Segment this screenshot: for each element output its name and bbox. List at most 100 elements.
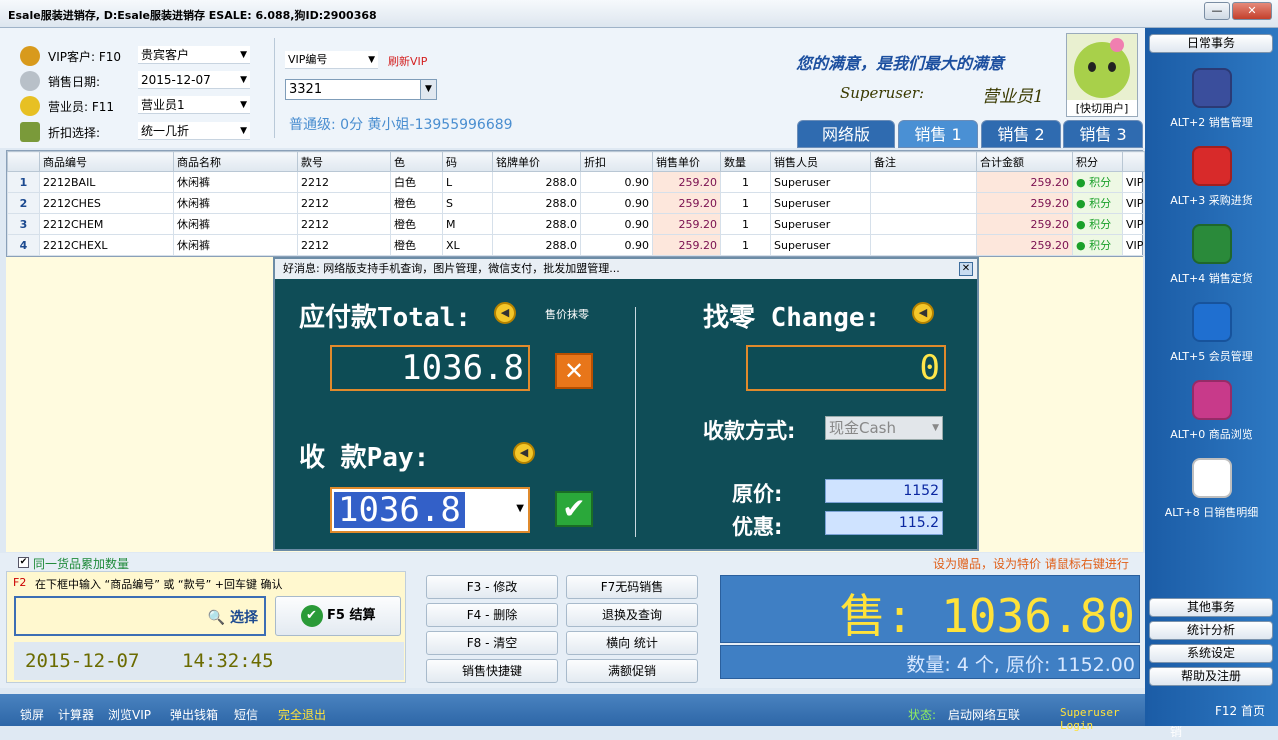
table-cell: 1 — [720, 171, 771, 193]
chevron-down-icon[interactable]: ▼ — [516, 503, 524, 514]
exit-link[interactable]: 完全退出 — [278, 706, 326, 723]
no-code-sale-button[interactable]: F7无码销售 — [566, 575, 698, 599]
home-link[interactable]: F12 首页 — [1215, 702, 1265, 719]
login-link[interactable]: Superuser Login — [1060, 706, 1145, 732]
current-time: 14:32:45 — [182, 650, 274, 672]
help-button[interactable]: 帮助及注册 — [1149, 667, 1273, 686]
table-row[interactable]: 4 2212CHEXL 休闲裤 2212 橙色 XL 288.0 0.90 259.20 1 Sup… — [7, 234, 1145, 256]
banana-icon — [20, 96, 40, 116]
sale-date-select[interactable]: 2015-12-07 ▼ — [138, 71, 250, 89]
confirm-check-icon[interactable]: ✔ — [555, 491, 593, 527]
tab-sale-1[interactable]: 销售 1 — [898, 120, 978, 148]
column-header[interactable]: 商品名称 — [173, 151, 298, 172]
table-row[interactable]: 2 2212CHES 休闲裤 2212 橙色 S 288.0 0.90 259.20 1 Super… — [7, 192, 1145, 214]
vip-customer-select[interactable]: 贵宾客户 ▼ — [138, 46, 250, 64]
tab-sale-3[interactable]: 销售 3 — [1063, 120, 1143, 148]
column-header[interactable]: 销售人员 — [770, 151, 871, 172]
table-cell: ● 积分 — [1072, 213, 1123, 235]
sale-summary: 数量: 4 个, 原价: 1152.00 — [906, 654, 1135, 676]
column-header[interactable]: 商品编号 — [39, 151, 174, 172]
column-header[interactable]: 折扣 — [580, 151, 653, 172]
points-dot-icon: ● — [1076, 176, 1086, 189]
refresh-vip-link[interactable]: 刷新VIP — [388, 53, 427, 69]
column-header[interactable]: 铭牌单价 — [492, 151, 581, 172]
table-row[interactable]: 1 2212BAIL 休闲裤 2212 白色 L 288.0 0.90 259.20 1 Super… — [7, 171, 1145, 193]
speaker-icon[interactable]: ◀ — [912, 302, 934, 324]
column-header[interactable]: 数量 — [720, 151, 771, 172]
tab-network[interactable]: 网络版 — [797, 120, 895, 148]
tab-sale-2[interactable]: 销售 2 — [981, 120, 1061, 148]
table-cell: VIP — [1122, 171, 1145, 193]
clerk-select[interactable]: 营业员1 ▼ — [138, 96, 250, 114]
other-tasks-button[interactable]: 其他事务 — [1149, 598, 1273, 617]
stats-button[interactable]: 统计分析 — [1149, 621, 1273, 640]
daily-tasks-button[interactable]: 日常事务 — [1149, 34, 1273, 53]
vip-number-select[interactable]: VIP编号 ▼ — [285, 51, 378, 69]
product-code-input[interactable]: 🔍 选择 — [14, 596, 266, 636]
full-promo-button[interactable]: 满额促销 — [566, 659, 698, 683]
accumulate-label: 同一货品累加数量 — [33, 557, 130, 571]
balls-icon — [1191, 380, 1232, 420]
avatar-caption[interactable]: [快切用户] — [1067, 100, 1137, 116]
lock-screen-link[interactable]: 锁屏 — [20, 706, 44, 723]
table-cell: 2212CHEXL — [39, 234, 174, 256]
speaker-icon[interactable]: ◀ — [494, 302, 516, 324]
window-title: Esale服装进销存, D:Esale服装进销存 ESALE: 6.088,狗I… — [8, 9, 377, 22]
chevron-down-icon[interactable]: ▼ — [932, 417, 939, 439]
sidebar-item[interactable]: ALT+8 日销售明细 — [1145, 458, 1278, 520]
accumulate-checkbox[interactable]: ✔ — [18, 557, 29, 568]
speaker-icon[interactable]: ◀ — [513, 442, 535, 464]
sms-link[interactable]: 短信 — [234, 706, 258, 723]
settle-button[interactable]: ✔ F5 结算 — [275, 596, 401, 636]
change-label: 找零 Change: — [703, 303, 881, 333]
table-cell: ● 积分 — [1072, 192, 1123, 214]
calculator-link[interactable]: 计算器 — [58, 706, 94, 723]
column-header[interactable]: 销售单价 — [652, 151, 721, 172]
sale-shortcuts-button[interactable]: 销售快捷键 — [426, 659, 558, 683]
bottom-panel: ✔ 同一货品累加数量 设为赠品，设为特价 请鼠标右键进行 F2 在下框中输入 “… — [0, 553, 1145, 688]
table-cell: 259.20 — [976, 192, 1073, 214]
pay-amount-input[interactable]: 1036.8 ▼ — [330, 487, 530, 533]
sidebar-item-label: ALT+8 日销售明细 — [1164, 506, 1259, 519]
avatar[interactable]: [快切用户] — [1066, 33, 1138, 117]
points-dot-icon: ● — [1076, 197, 1086, 210]
table-cell: 259.20 — [976, 234, 1073, 256]
column-header[interactable]: 积分 — [1072, 151, 1123, 172]
column-header[interactable]: 码 — [442, 151, 493, 172]
return-query-button[interactable]: 退换及查询 — [566, 603, 698, 627]
clear-button[interactable]: F8 - 清空 — [426, 631, 558, 655]
modify-button[interactable]: F3 - 修改 — [426, 575, 558, 599]
cash-drawer-link[interactable]: 弹出钱箱 — [170, 706, 218, 723]
sales-table[interactable]: 商品编号 商品名称 款号色码铭牌单价 折扣 销售单价 数量 销售人员 备注 合计金额 积分 1 22… — [6, 150, 1145, 257]
column-header[interactable] — [1122, 151, 1145, 172]
column-header[interactable]: 合计金额 — [976, 151, 1073, 172]
horizontal-stats-button[interactable]: 横向 统计 — [566, 631, 698, 655]
sidebar-item[interactable]: ALT+3 采购进货 — [1145, 146, 1278, 208]
column-header[interactable]: 备注 — [870, 151, 977, 172]
sidebar-item[interactable]: ALT+0 商品浏览 — [1145, 380, 1278, 442]
column-header[interactable] — [7, 151, 40, 172]
dialog-close-icon[interactable]: ✕ — [959, 262, 973, 276]
column-header[interactable]: 色 — [390, 151, 443, 172]
table-cell: VIP — [1122, 192, 1145, 214]
column-header[interactable]: 款号 — [297, 151, 391, 172]
close-button[interactable]: ✕ — [1232, 2, 1272, 20]
clear-icon[interactable]: ✕ — [555, 353, 593, 389]
table-cell: Superuser — [770, 234, 871, 256]
sidebar-item[interactable]: ALT+2 销售管理 — [1145, 68, 1278, 130]
minimize-button[interactable]: — — [1204, 2, 1230, 20]
round-off-link[interactable]: 售价抹零 — [545, 306, 589, 322]
table-cell: 1 — [7, 171, 40, 193]
table-header: 商品编号 商品名称 款号色码铭牌单价 折扣 销售单价 数量 销售人员 备注 合计金额 积分 — [7, 151, 1145, 172]
vip-number-input[interactable]: 3321 ▼ — [285, 79, 437, 100]
system-settings-button[interactable]: 系统设定 — [1149, 644, 1273, 663]
divider — [274, 38, 275, 138]
discount-select[interactable]: 统一几折 ▼ — [138, 122, 250, 140]
sidebar-item[interactable]: ALT+4 销售定货 — [1145, 224, 1278, 286]
chevron-down-icon[interactable]: ▼ — [420, 80, 436, 99]
pay-method-select[interactable]: 现金Cash ▼ — [825, 416, 943, 440]
delete-button[interactable]: F4 - 删除 — [426, 603, 558, 627]
sidebar-item[interactable]: ALT+5 会员管理 — [1145, 302, 1278, 364]
table-row[interactable]: 3 2212CHEM 休闲裤 2212 橙色 M 288.0 0.90 259.20 1 Super… — [7, 213, 1145, 235]
browse-vip-link[interactable]: 浏览VIP — [108, 706, 151, 723]
